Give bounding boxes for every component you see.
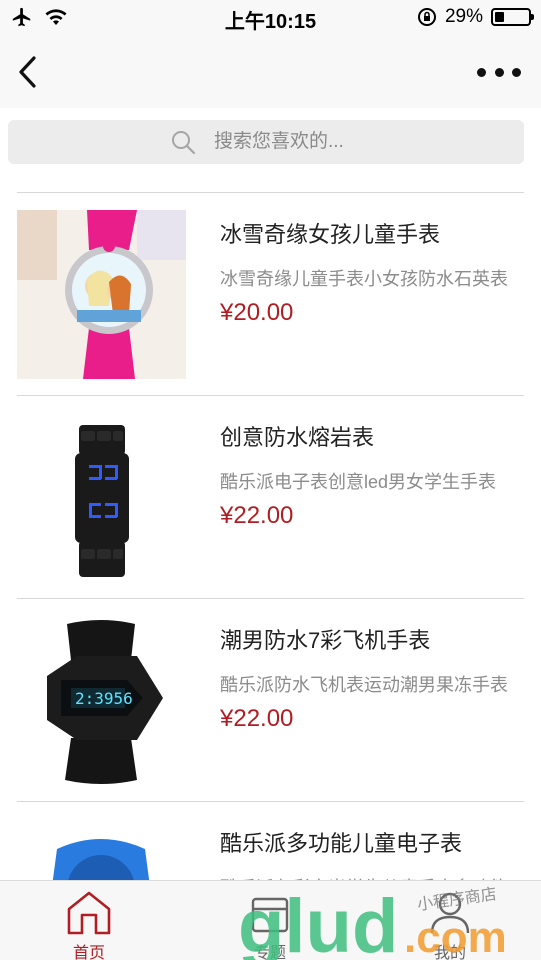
topic-icon [251, 897, 289, 933]
tab-label: 首页 [72, 945, 105, 960]
chevron-left-icon [19, 56, 36, 88]
product-image: 2:3956 [17, 616, 186, 785]
back-button[interactable] [14, 52, 44, 92]
tab-bar: 首页 专题 我的 [0, 880, 541, 960]
product-item[interactable]: 创意防水熔岩表 酷乐派电子表创意led男女学生手表 ¥22.00 [17, 395, 524, 598]
user-icon [430, 892, 470, 934]
more-dot [512, 67, 521, 77]
tab-label: 专题 [253, 945, 286, 960]
product-image [17, 413, 186, 582]
product-item[interactable]: 冰雪奇缘女孩儿童手表 冰雪奇缘儿童手表小女孩防水石英表 ¥20.00 [17, 192, 524, 395]
search-input[interactable] [214, 131, 494, 153]
status-bar: 上午10:15 29% [0, 0, 541, 36]
product-title: 创意防水熔岩表 [220, 425, 375, 450]
home-icon [67, 891, 111, 935]
product-desc: 酷乐派电子表创意led男女学生手表 [220, 472, 497, 492]
product-title: 酷乐派多功能儿童电子表 [220, 831, 463, 856]
product-list: 冰雪奇缘女孩儿童手表 冰雪奇缘儿童手表小女孩防水石英表 ¥20.00 创意防水熔… [17, 192, 524, 960]
nav-bar [0, 36, 541, 108]
battery-percent: 29% [444, 6, 483, 27]
tab-topic[interactable]: 专题 [210, 881, 330, 960]
product-price: ¥22.00 [220, 502, 294, 529]
more-dot [477, 67, 486, 77]
product-item[interactable]: 2:3956 潮男防水7彩飞机手表 酷乐派防水飞机表运动潮男果冻手表 ¥22.0… [17, 598, 524, 801]
more-dot [494, 67, 504, 77]
battery-icon [491, 8, 534, 26]
search-box[interactable] [8, 120, 524, 164]
product-desc: 酷乐派防水飞机表运动潮男果冻手表 [220, 675, 508, 695]
product-image [17, 210, 186, 379]
search-icon [172, 131, 196, 155]
product-price: ¥22.00 [220, 705, 294, 732]
product-title: 冰雪奇缘女孩儿童手表 [220, 222, 441, 247]
tab-mine[interactable]: 我的 [390, 881, 510, 960]
more-button[interactable] [477, 58, 521, 86]
search-bar [0, 108, 541, 178]
product-price: ¥20.00 [220, 299, 294, 326]
tab-home[interactable]: 首页 [29, 881, 149, 960]
svg-text:2:3956: 2:3956 [75, 689, 133, 708]
status-right: 29% [417, 6, 534, 28]
orientation-lock-icon [417, 8, 436, 26]
product-title: 潮男防水7彩飞机手表 [220, 628, 431, 653]
product-desc: 冰雪奇缘儿童手表小女孩防水石英表 [220, 269, 508, 289]
battery-fill [495, 12, 504, 22]
tab-label: 我的 [433, 945, 466, 960]
